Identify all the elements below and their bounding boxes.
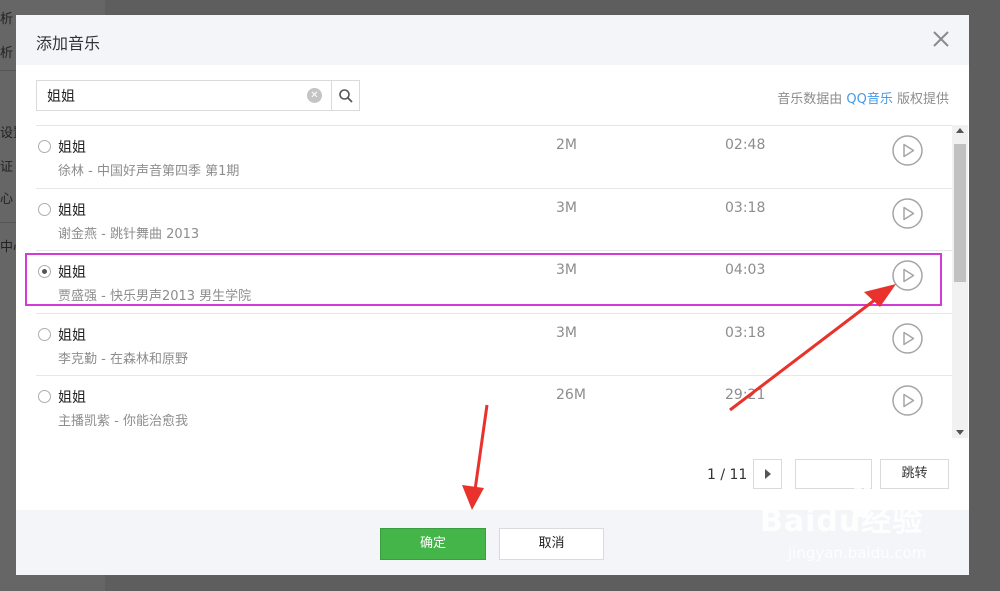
copyright-suffix: 版权提供 xyxy=(896,92,949,107)
song-row[interactable]: 姐姐 贾盛强 - 快乐男声2013 男生学院 3M 04:03 xyxy=(36,251,953,314)
song-row[interactable]: 姐姐 李克勤 - 在森林和原野 3M 03:18 xyxy=(36,314,953,376)
play-icon[interactable] xyxy=(892,135,923,166)
dialog-body: ✕ 音乐数据由 QQ音乐 版权提供 姐姐 徐林 - 中国好声音第四季 第1期 2… xyxy=(16,65,969,510)
song-list-scrollbar[interactable] xyxy=(952,125,968,438)
play-icon[interactable] xyxy=(892,385,923,416)
page-indicator: 1 / 11 xyxy=(707,467,748,483)
song-duration: 02:48 xyxy=(725,137,766,153)
play-icon[interactable] xyxy=(892,322,923,354)
scroll-thumb[interactable] xyxy=(954,144,966,282)
song-artist-album: 谢金燕 - 跳针舞曲 2013 xyxy=(58,226,200,242)
song-radio[interactable] xyxy=(38,327,51,341)
clear-circle-icon[interactable]: ✕ xyxy=(307,88,322,103)
dialog-title: 添加音乐 xyxy=(36,34,101,53)
song-radio[interactable] xyxy=(38,390,51,403)
cancel-button[interactable]: 取消 xyxy=(499,528,604,560)
jump-button[interactable]: 跳转 xyxy=(880,459,949,489)
background-text: 析 xyxy=(0,12,14,27)
search-box: ✕ xyxy=(36,80,360,111)
song-duration: 03:18 xyxy=(725,324,766,341)
song-duration: 29:21 xyxy=(725,387,766,403)
qq-music-link[interactable]: QQ音乐 xyxy=(846,92,892,107)
song-artist-album: 主播凯紫 - 你能治愈我 xyxy=(58,414,188,429)
song-artist-album: 徐林 - 中国好声音第四季 第1期 xyxy=(58,164,240,179)
song-duration: 04:03 xyxy=(725,262,766,278)
search-input[interactable] xyxy=(37,81,333,110)
song-title: 姐姐 xyxy=(58,265,86,281)
scroll-down-arrow-icon[interactable] xyxy=(956,430,964,435)
search-button[interactable] xyxy=(331,81,359,110)
song-radio[interactable] xyxy=(38,202,51,216)
song-size: 3M xyxy=(556,262,577,278)
copyright-notice: 音乐数据由 QQ音乐 版权提供 xyxy=(777,88,949,107)
background-text: 析 xyxy=(0,46,14,61)
confirm-button[interactable]: 确定 xyxy=(380,528,486,560)
song-title: 姐姐 xyxy=(58,390,86,406)
song-artist-album: 李克勤 - 在森林和原野 xyxy=(58,351,188,367)
song-title: 姐姐 xyxy=(58,202,86,219)
song-row[interactable]: 姐姐 徐林 - 中国好声音第四季 第1期 2M 02:48 xyxy=(36,126,953,189)
song-size: 3M xyxy=(556,324,577,341)
song-title: 姐姐 xyxy=(58,327,86,344)
watermark-main-text: Baidu经验 xyxy=(760,504,924,539)
baidu-watermark: Baidu经验 jingyan.baidu.com xyxy=(760,486,960,578)
song-size: 26M xyxy=(556,387,586,403)
song-row[interactable]: 姐姐 谢金燕 - 跳针舞曲 2013 3M 03:18 xyxy=(36,189,953,251)
background-text: 证 xyxy=(0,160,14,175)
play-icon[interactable] xyxy=(892,197,923,229)
play-icon[interactable] xyxy=(892,260,923,291)
song-artist-album: 贾盛强 - 快乐男声2013 男生学院 xyxy=(58,289,252,304)
song-size: 2M xyxy=(556,137,577,153)
copyright-prefix: 音乐数据由 xyxy=(777,92,843,107)
song-list: 姐姐 徐林 - 中国好声音第四季 第1期 2M 02:48 姐姐 谢金燕 - 跳… xyxy=(36,125,968,438)
song-size: 3M xyxy=(556,199,577,216)
song-radio[interactable] xyxy=(38,140,51,153)
search-icon xyxy=(338,88,353,103)
watermark-url: jingyan.baidu.com xyxy=(788,544,927,562)
next-page-button[interactable] xyxy=(753,459,782,489)
song-title: 姐姐 xyxy=(58,140,86,156)
song-radio-selected[interactable] xyxy=(38,265,51,278)
song-duration: 03:18 xyxy=(725,199,766,216)
close-icon[interactable] xyxy=(929,27,953,51)
background-text: 心 xyxy=(0,192,14,207)
scroll-up-arrow-icon[interactable] xyxy=(956,128,964,133)
song-row[interactable]: 姐姐 主播凯紫 - 你能治愈我 26M 29:21 xyxy=(36,376,953,438)
dialog-header: 添加音乐 xyxy=(16,15,969,65)
